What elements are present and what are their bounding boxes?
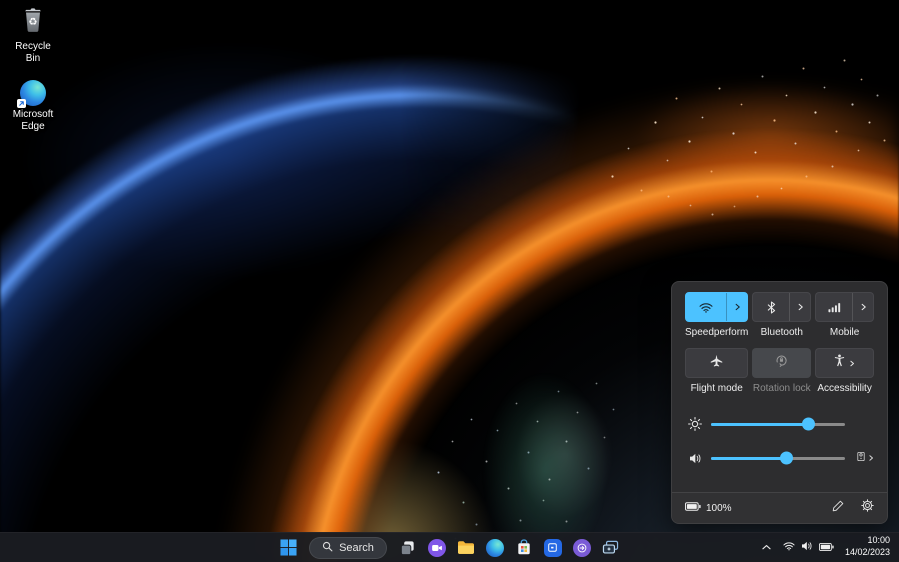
desktop: ♻ Recycle Bin Microsoft Edge [0, 0, 899, 562]
clock-date: 14/02/2023 [845, 547, 890, 559]
arrow-circle-app-icon[interactable] [570, 536, 594, 560]
mobile-label: Mobile [830, 327, 859, 338]
volume-slider-thumb[interactable] [780, 452, 793, 465]
edge-icon [20, 80, 46, 106]
quick-settings-footer: 100% [672, 492, 887, 523]
battery-percent-label: 100% [706, 503, 732, 514]
desktop-icon-label: Microsoft Edge [7, 109, 59, 132]
speaker-icon[interactable] [685, 453, 705, 464]
clock-time: 10:00 [845, 535, 890, 547]
rotation-lock-label: Rotation lock [753, 383, 811, 394]
audio-output-picker[interactable] [852, 449, 874, 467]
wifi-toggle[interactable] [685, 292, 748, 322]
brightness-slider-fill [711, 423, 809, 426]
tray-battery-icon [819, 538, 834, 556]
wifi-expand-chevron-icon[interactable] [726, 293, 747, 321]
cellular-icon[interactable] [816, 293, 852, 321]
tile-mobile: Mobile [815, 292, 874, 338]
shortcut-arrow-icon [17, 99, 26, 108]
tile-bluetooth: Bluetooth [752, 292, 811, 338]
quick-settings-tiles: Speedperform Bluetooth [685, 292, 874, 394]
audio-output-icon [857, 449, 865, 467]
tile-flight-mode: Flight mode [685, 348, 748, 394]
file-explorer-icon[interactable] [454, 536, 478, 560]
search-icon [322, 539, 333, 557]
tray-status-icons[interactable] [776, 535, 841, 559]
clock[interactable]: 10:00 14/02/2023 [841, 535, 897, 558]
svg-text:♻: ♻ [28, 17, 37, 28]
bluetooth-toggle[interactable] [752, 292, 811, 322]
quick-settings-panel: Speedperform Bluetooth [671, 281, 888, 524]
brightness-icon [685, 417, 705, 431]
desktop-icon-recycle-bin[interactable]: ♻ Recycle Bin [4, 5, 62, 64]
brightness-slider-thumb[interactable] [802, 418, 815, 431]
second-screen-app-icon[interactable] [599, 536, 623, 560]
battery-icon [685, 502, 701, 514]
task-view-button[interactable] [396, 536, 420, 560]
volume-slider-fill [711, 457, 787, 460]
microsoft-store-icon[interactable] [512, 536, 536, 560]
start-button[interactable] [276, 536, 300, 560]
wifi-label: Speedperform [685, 327, 748, 338]
desktop-icon-label: Recycle Bin [7, 41, 59, 64]
volume-slider[interactable] [711, 457, 845, 460]
blue-tile-app-icon[interactable] [541, 536, 565, 560]
accessibility-button[interactable] [815, 348, 874, 378]
mobile-toggle[interactable] [815, 292, 874, 322]
system-tray: 10:00 14/02/2023 [758, 532, 897, 562]
clipchamp-app-icon[interactable] [425, 536, 449, 560]
search-label: Search [339, 542, 374, 554]
accessibility-icon [834, 354, 845, 372]
battery-status[interactable]: 100% [685, 502, 732, 514]
wifi-icon[interactable] [686, 293, 726, 321]
desktop-icon-microsoft-edge[interactable]: Microsoft Edge [4, 80, 62, 132]
mobile-expand-chevron-icon[interactable] [852, 293, 873, 321]
tray-speaker-icon [801, 538, 813, 556]
audio-output-chevron-icon [868, 449, 874, 467]
footer-actions [832, 499, 874, 517]
tile-accessibility: Accessibility [815, 348, 874, 394]
rotation-lock-icon [775, 354, 788, 372]
flight-mode-toggle[interactable] [685, 348, 748, 378]
wallpaper-particles [0, 0, 1, 1]
brightness-slider[interactable] [711, 423, 845, 426]
tile-rotation-lock: Rotation lock [752, 348, 811, 394]
tray-chevron-up-icon[interactable] [758, 535, 776, 559]
desktop-icon-list: ♻ Recycle Bin Microsoft Edge [4, 5, 62, 132]
brightness-slider-row [685, 407, 874, 441]
bluetooth-icon[interactable] [753, 293, 789, 321]
accessibility-label: Accessibility [817, 383, 871, 394]
volume-slider-row [685, 441, 874, 475]
recycle-bin-icon: ♻ [20, 5, 46, 38]
flight-mode-label: Flight mode [691, 383, 743, 394]
search-box[interactable]: Search [309, 537, 387, 559]
tray-wifi-icon [783, 538, 795, 556]
bluetooth-expand-chevron-icon[interactable] [789, 293, 810, 321]
edge-browser-icon[interactable] [483, 536, 507, 560]
tile-wifi: Speedperform [685, 292, 748, 338]
airplane-icon [710, 354, 723, 372]
rotation-lock-toggle[interactable] [752, 348, 811, 378]
edit-pencil-icon[interactable] [832, 499, 844, 517]
bluetooth-label: Bluetooth [761, 327, 803, 338]
accessibility-chevron-icon [849, 354, 855, 372]
settings-gear-icon[interactable] [861, 499, 874, 517]
